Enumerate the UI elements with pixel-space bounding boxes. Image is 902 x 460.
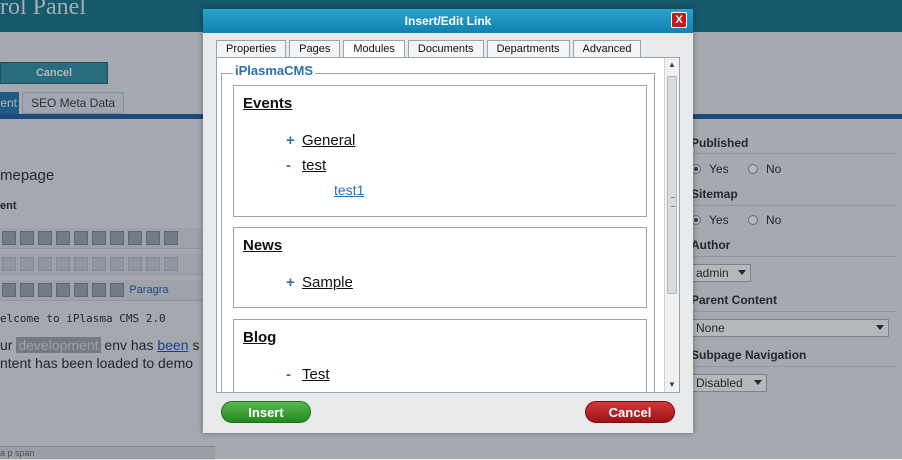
tab-properties[interactable]: Properties — [216, 40, 287, 58]
scrollbar-thumb[interactable] — [667, 76, 677, 294]
tab-pages[interactable]: Pages — [289, 40, 341, 58]
close-icon[interactable]: X — [671, 12, 687, 28]
tab-advanced[interactable]: Advanced — [572, 40, 642, 58]
cancel-button[interactable]: Cancel — [585, 401, 675, 423]
list-item-sample[interactable]: + Sample — [286, 274, 353, 291]
item-link[interactable]: Sample — [302, 274, 353, 291]
section-title-blog[interactable]: Blog — [243, 329, 276, 346]
item-link[interactable]: General — [302, 132, 355, 149]
list-item-test[interactable]: - test — [286, 157, 326, 174]
list-item-test[interactable]: - Test — [286, 366, 330, 383]
tab-departments[interactable]: Departments — [486, 40, 570, 58]
panel-scrollbar[interactable]: ▲ ▼ — [664, 58, 679, 392]
scroll-up-icon[interactable]: ▲ — [665, 58, 679, 72]
insert-edit-link-dialog: Insert/Edit Link X Properties Pages Modu… — [203, 9, 693, 433]
dialog-tabs: Properties Pages Modules Documents Depar… — [216, 40, 644, 59]
collapse-icon[interactable]: - — [286, 157, 302, 174]
blog-section: Blog - Test — [233, 319, 647, 392]
section-title-events[interactable]: Events — [243, 95, 292, 112]
list-item-test1[interactable]: test1 — [334, 182, 364, 199]
section-title-news[interactable]: News — [243, 237, 282, 254]
item-link[interactable]: Test — [302, 366, 330, 383]
group-legend: iPlasmaCMS — [233, 63, 316, 78]
collapse-icon[interactable]: - — [286, 366, 302, 383]
insert-button[interactable]: Insert — [221, 401, 311, 423]
scroll-down-icon[interactable]: ▼ — [665, 378, 679, 392]
list-item-general[interactable]: + General — [286, 132, 355, 149]
expand-icon[interactable]: + — [286, 274, 302, 291]
dialog-title: Insert/Edit Link — [203, 9, 693, 33]
modules-panel: iPlasmaCMS Events + General - test test1 N… — [216, 57, 680, 393]
grip-icon — [671, 197, 675, 207]
events-section: Events + General - test test1 — [233, 85, 647, 217]
news-section: News + Sample — [233, 227, 647, 308]
expand-icon[interactable]: + — [286, 132, 302, 149]
item-link[interactable]: test — [302, 157, 326, 174]
item-link[interactable]: test1 — [334, 182, 364, 198]
tab-documents[interactable]: Documents — [407, 40, 484, 58]
